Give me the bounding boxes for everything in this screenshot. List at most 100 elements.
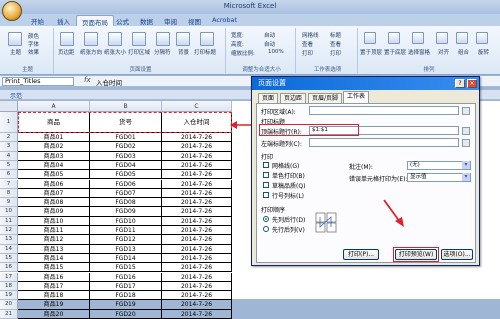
row-header[interactable]: 11 — [0, 216, 18, 226]
width-value[interactable]: 自动 — [264, 31, 275, 39]
name-box[interactable]: Print_Titles — [2, 77, 74, 86]
tab-formulas[interactable]: 公式 — [111, 15, 134, 26]
tab-view[interactable]: 视图 — [183, 15, 206, 26]
column-header-b[interactable]: B — [90, 101, 162, 112]
table-cell[interactable]: 2014-7-26 — [162, 281, 232, 292]
row-header[interactable]: 15 — [0, 253, 18, 264]
table-cell[interactable]: 商品17 — [18, 281, 90, 292]
table-cell[interactable]: 2014-7-26 — [162, 309, 232, 319]
row-header[interactable]: 4 — [0, 151, 18, 161]
table-cell[interactable]: FGD04 — [90, 160, 162, 171]
gridlines-view-checkbox[interactable]: 查看 — [302, 40, 313, 48]
table-cell[interactable]: 商品10 — [18, 216, 90, 226]
row-header[interactable]: 13 — [0, 235, 18, 245]
table-cell[interactable]: 2014-7-26 — [162, 300, 232, 310]
table-cell[interactable]: 2014-7-26 — [162, 179, 232, 189]
table-cell[interactable]: 商品13 — [18, 244, 90, 254]
row-header[interactable]: 6 — [0, 170, 18, 180]
table-cell[interactable]: 商品19 — [18, 300, 90, 310]
row-header[interactable]: 7 — [0, 179, 18, 189]
row-header[interactable]: 8 — [0, 188, 18, 199]
height-value[interactable]: 自动 — [264, 40, 275, 48]
row-header[interactable]: 3 — [0, 142, 18, 152]
align-icon[interactable] — [436, 32, 448, 44]
print-area-icon[interactable] — [132, 32, 146, 46]
table-cell[interactable]: FGD20 — [90, 309, 162, 319]
table-cell[interactable]: 2014-7-26 — [162, 244, 232, 254]
table-cell[interactable]: FGD03 — [90, 151, 162, 161]
breaks-icon[interactable] — [156, 32, 170, 46]
table-cell[interactable]: 2014-7-26 — [162, 235, 232, 245]
table-cell[interactable]: FGD14 — [90, 253, 162, 264]
table-cell[interactable]: 2014-7-26 — [162, 160, 232, 171]
table-cell[interactable]: 2014-7-26 — [162, 133, 232, 143]
top-rows-picker-icon[interactable] — [462, 127, 470, 135]
table-cell[interactable]: FGD11 — [90, 226, 162, 236]
close-button[interactable]: × — [467, 79, 477, 88]
row-header[interactable]: 14 — [0, 244, 18, 254]
themes-icon[interactable] — [8, 32, 22, 46]
table-cell[interactable]: 商品15 — [18, 263, 90, 273]
background-icon[interactable] — [176, 32, 190, 46]
size-icon[interactable] — [108, 32, 122, 46]
gridlines-print-checkbox[interactable]: 打印 — [302, 49, 313, 57]
table-cell[interactable]: FGD06 — [90, 179, 162, 189]
row-header[interactable]: 2 — [0, 133, 18, 143]
table-cell[interactable]: FGD15 — [90, 263, 162, 273]
table-cell[interactable]: 2014-7-26 — [162, 253, 232, 264]
tab-review[interactable]: 审阅 — [159, 15, 182, 26]
table-cell[interactable]: 商品08 — [18, 198, 90, 208]
table-cell[interactable]: 商品04 — [18, 160, 90, 171]
table-cell[interactable]: FGD09 — [90, 207, 162, 217]
tab-insert[interactable]: 插入 — [52, 15, 75, 26]
effects-button[interactable]: 效果 — [28, 48, 39, 56]
table-cell[interactable]: FGD08 — [90, 198, 162, 208]
table-cell[interactable]: FGD07 — [90, 188, 162, 199]
row-header[interactable]: 5 — [0, 160, 18, 171]
table-cell[interactable]: FGD02 — [90, 142, 162, 152]
table-cell[interactable]: 2014-7-26 — [162, 142, 232, 152]
tab-data[interactable]: 数据 — [135, 15, 158, 26]
colors-button[interactable]: 颜色 — [28, 32, 39, 40]
row-col-headers-checkbox[interactable] — [263, 192, 269, 198]
errors-select[interactable]: 显示值 — [407, 173, 471, 182]
options-button[interactable]: 选项(O)... — [441, 249, 473, 260]
scale-value[interactable]: 100% — [268, 49, 284, 55]
fx-icon[interactable]: fx — [84, 76, 91, 84]
tab-acrobat[interactable]: Acrobat — [207, 15, 242, 26]
table-cell[interactable]: 商品06 — [18, 179, 90, 189]
headings-print-checkbox[interactable]: 打印 — [330, 49, 341, 57]
row-header[interactable]: 12 — [0, 226, 18, 236]
down-then-over-radio[interactable] — [263, 216, 269, 222]
fonts-button[interactable]: 字体 — [28, 40, 39, 48]
table-cell[interactable]: 商品14 — [18, 253, 90, 264]
row-header[interactable]: 1 — [0, 112, 18, 133]
tab-sheet[interactable]: 工作表 — [343, 91, 370, 103]
column-header-a[interactable]: A — [18, 101, 90, 112]
bring-front-icon[interactable] — [364, 32, 376, 44]
draft-checkbox[interactable] — [263, 182, 269, 188]
left-cols-field[interactable] — [309, 138, 459, 147]
table-cell[interactable]: FGD19 — [90, 300, 162, 310]
tab-home[interactable]: 开始 — [26, 15, 49, 26]
office-button[interactable] — [2, 1, 22, 21]
row-header[interactable]: 10 — [0, 207, 18, 217]
table-cell[interactable]: 商品20 — [18, 309, 90, 319]
table-cell[interactable]: FGD16 — [90, 272, 162, 282]
margins-icon[interactable] — [60, 32, 74, 46]
table-cell[interactable]: 商品11 — [18, 226, 90, 236]
gridlines-checkbox[interactable] — [263, 162, 269, 168]
row-header[interactable]: 21 — [0, 309, 18, 319]
select-all-corner[interactable] — [0, 101, 18, 112]
table-cell[interactable]: FGD05 — [90, 170, 162, 180]
row-header[interactable]: 17 — [0, 272, 18, 282]
table-cell[interactable]: 2014-7-26 — [162, 272, 232, 282]
table-cell[interactable]: 商品03 — [18, 151, 90, 161]
row-header[interactable]: 20 — [0, 300, 18, 310]
help-button[interactable]: ? — [455, 79, 465, 88]
tab-page-layout[interactable]: 页面布局 — [76, 15, 114, 27]
selection-pane-icon[interactable] — [412, 32, 424, 44]
print-area-field[interactable] — [309, 106, 459, 115]
orientation-icon[interactable] — [84, 32, 98, 46]
tab-header-footer[interactable]: 页眉/页脚 — [308, 93, 343, 103]
